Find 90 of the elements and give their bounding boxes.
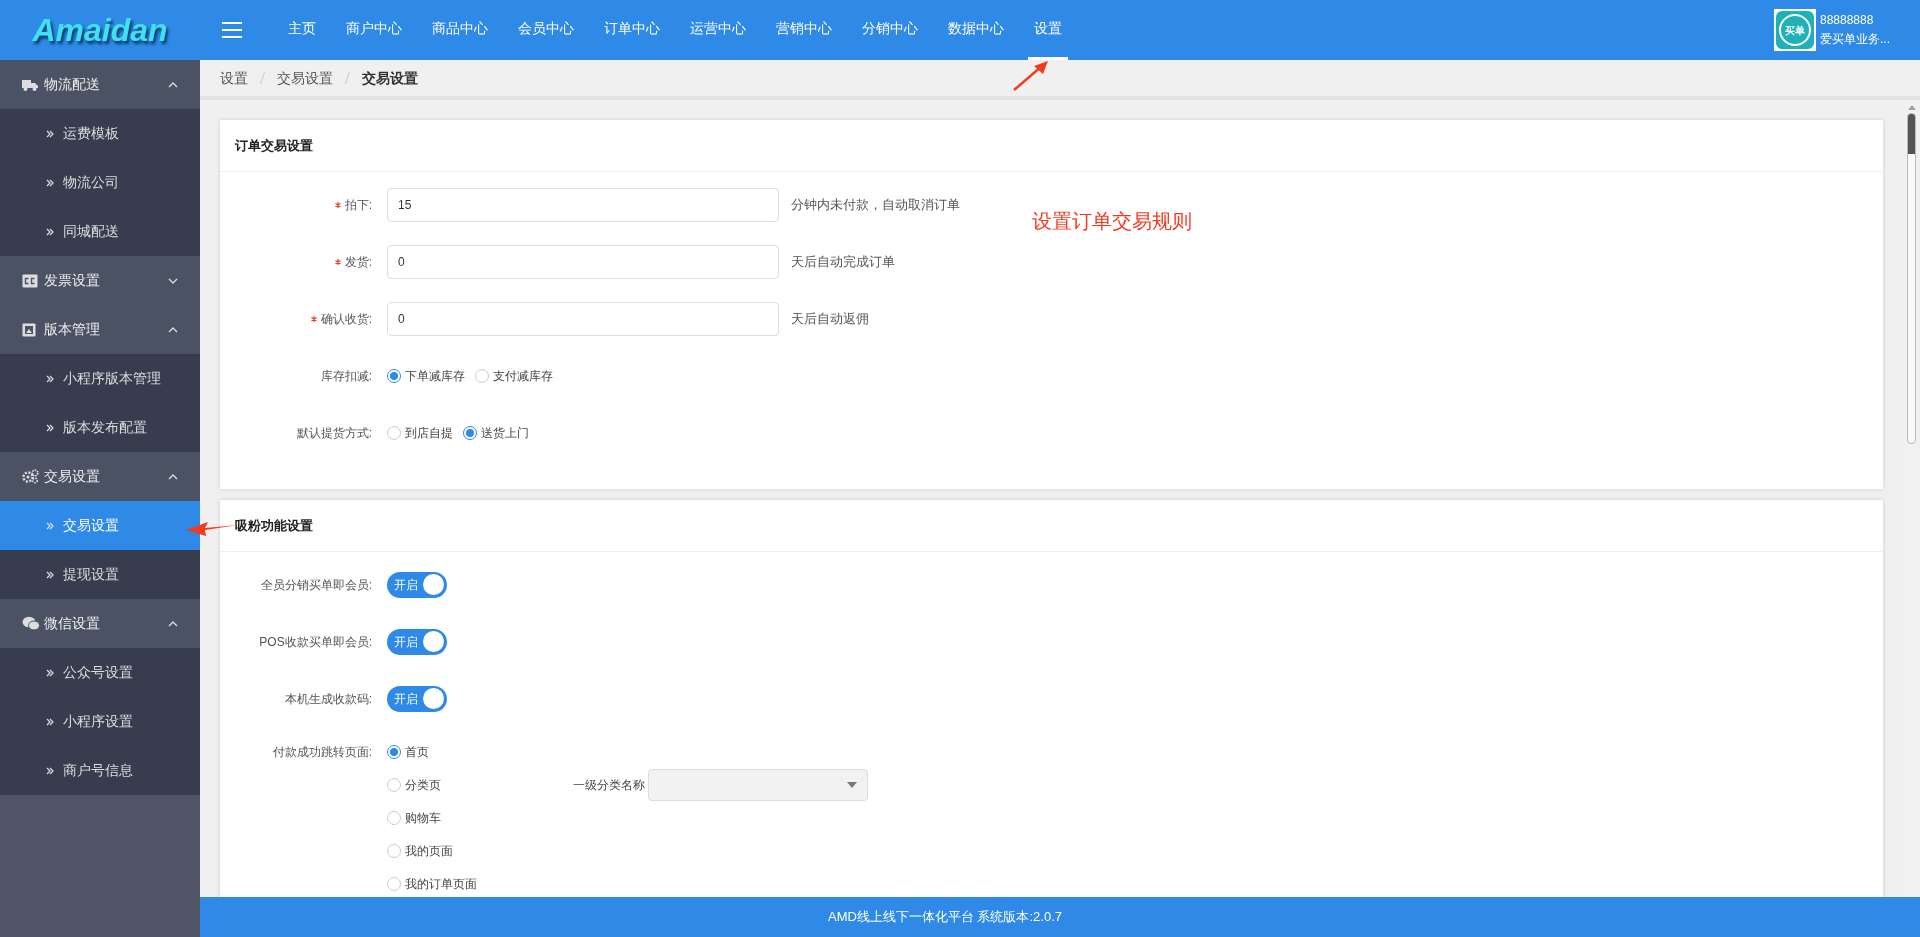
nav-tab[interactable]: 分销中心 [856,0,924,60]
sidebar-item[interactable]: 商户号信息 [0,746,200,795]
radio-label: 购物车 [405,810,441,827]
separator-icon [260,72,265,84]
radio-label: 我的订单页面 [405,876,477,893]
double-chevron-icon [46,374,54,383]
app-logo-text: 买单 [1779,14,1811,46]
scrollbar-thumb[interactable] [1907,113,1916,444]
group-label: 发票设置 [44,271,101,290]
toggle-switch[interactable]: 开启 [387,628,447,655]
field-hint: 天后自动返佣 [791,309,869,328]
sidebar-item[interactable]: 交易设置 [0,501,200,550]
nav-tab[interactable]: 商户中心 [340,0,408,60]
logo: Amaidan [31,14,169,46]
field-label: 全员分销买单即会员: [260,576,372,594]
double-chevron-icon [46,178,54,187]
category-dropdown[interactable] [648,769,868,801]
sidebar-item[interactable]: 版本发布配置 [0,403,200,452]
sidebar-item[interactable]: 物流公司 [0,158,200,207]
double-chevron-icon [46,717,54,726]
sidebar-item[interactable]: 公众号设置 [0,648,200,697]
double-chevron-icon [46,668,54,677]
toggle-switch[interactable]: 开启 [387,571,447,598]
double-chevron-icon [46,570,54,579]
group-icon [22,77,40,92]
scroll-up-arrow-icon[interactable] [1907,105,1916,110]
double-chevron-icon [46,129,54,138]
menu-icon[interactable] [222,22,242,38]
field-label: 拍下: [344,196,372,214]
text-field[interactable]: 0 [387,244,779,279]
group-label: 物流配送 [44,75,101,94]
nav-tab[interactable]: 会员中心 [512,0,580,60]
sidebar-item[interactable]: 小程序设置 [0,697,200,746]
group-label: 版本管理 [44,320,101,339]
footer-text: AMD线上线下一体化平台 系统版本:2.0.7 [828,908,1062,927]
radio-label: 送货上门 [481,424,529,442]
annotation-arrow [1012,60,1050,92]
group-icon [22,616,40,631]
sidebar-item[interactable]: 小程序版本管理 [0,354,200,403]
toggle-switch[interactable]: 开启 [387,685,447,712]
field-label: 默认提货方式: [296,424,372,442]
sidebar-group[interactable]: 交易设置 [0,452,200,501]
nav-tab[interactable]: 运营中心 [684,0,752,60]
field-hint: 分钟内未付款，自动取消订单 [791,195,960,214]
field-label: 付款成功跳转页面: [272,744,372,761]
sidebar-group[interactable]: 物流配送 [0,60,200,109]
field-label: 确认收货: [320,310,372,328]
radio-label: 首页 [405,744,429,761]
field-hint: 天后自动完成订单 [791,252,895,271]
radio-label: 我的页面 [405,843,453,860]
radio-label: 分类页 [405,777,441,794]
field-label: 库存扣减: [320,367,372,385]
double-chevron-icon [46,521,54,530]
group-label: 交易设置 [44,467,101,486]
group-icon [22,469,40,484]
field-label: POS收款买单即会员: [259,633,372,651]
sidebar-item[interactable]: 提现设置 [0,550,200,599]
radio-label: 下单减库存 [405,367,465,385]
nav-tab[interactable]: 商品中心 [426,0,494,60]
nav-tab[interactable]: 主页 [282,0,322,60]
breadcrumb-current: 交易设置 [362,68,418,88]
card-title: 订单交易设置 [235,136,313,155]
double-chevron-icon [46,227,54,236]
double-chevron-icon [46,766,54,775]
text-field[interactable]: 15 [387,187,779,222]
breadcrumb-link[interactable]: 设置 [220,67,248,89]
user-name: 爱买单业务... [1820,31,1890,48]
card-title: 吸粉功能设置 [235,516,313,535]
sidebar-item[interactable]: 同城配送 [0,207,200,256]
sidebar-group[interactable]: 版本管理 [0,305,200,354]
nav-tab[interactable]: 数据中心 [942,0,1010,60]
group-label: 微信设置 [44,614,101,633]
annotation-text: 设置订单交易规则 [1032,209,1192,234]
radio-label: 到店自提 [405,424,453,442]
double-chevron-icon [46,423,54,432]
sidebar-group[interactable]: 发票设置 [0,256,200,305]
caret-icon [847,782,857,788]
group-icon [22,273,40,288]
nav-tab[interactable]: 营销中心 [770,0,838,60]
field-label: 发货: [344,253,372,271]
breadcrumb-link[interactable]: 交易设置 [277,67,333,89]
select-label: 一级分类名称 [572,777,645,794]
sidebar-item[interactable]: 运费模板 [0,109,200,158]
text-field[interactable]: 0 [387,301,779,336]
user-id: 88888888 [1820,12,1875,29]
field-label: 本机生成收款码: [284,690,372,708]
nav-tab[interactable]: 订单中心 [598,0,666,60]
sidebar-group[interactable]: 微信设置 [0,599,200,648]
radio-label: 支付减库存 [493,367,553,385]
separator-icon [345,72,350,84]
